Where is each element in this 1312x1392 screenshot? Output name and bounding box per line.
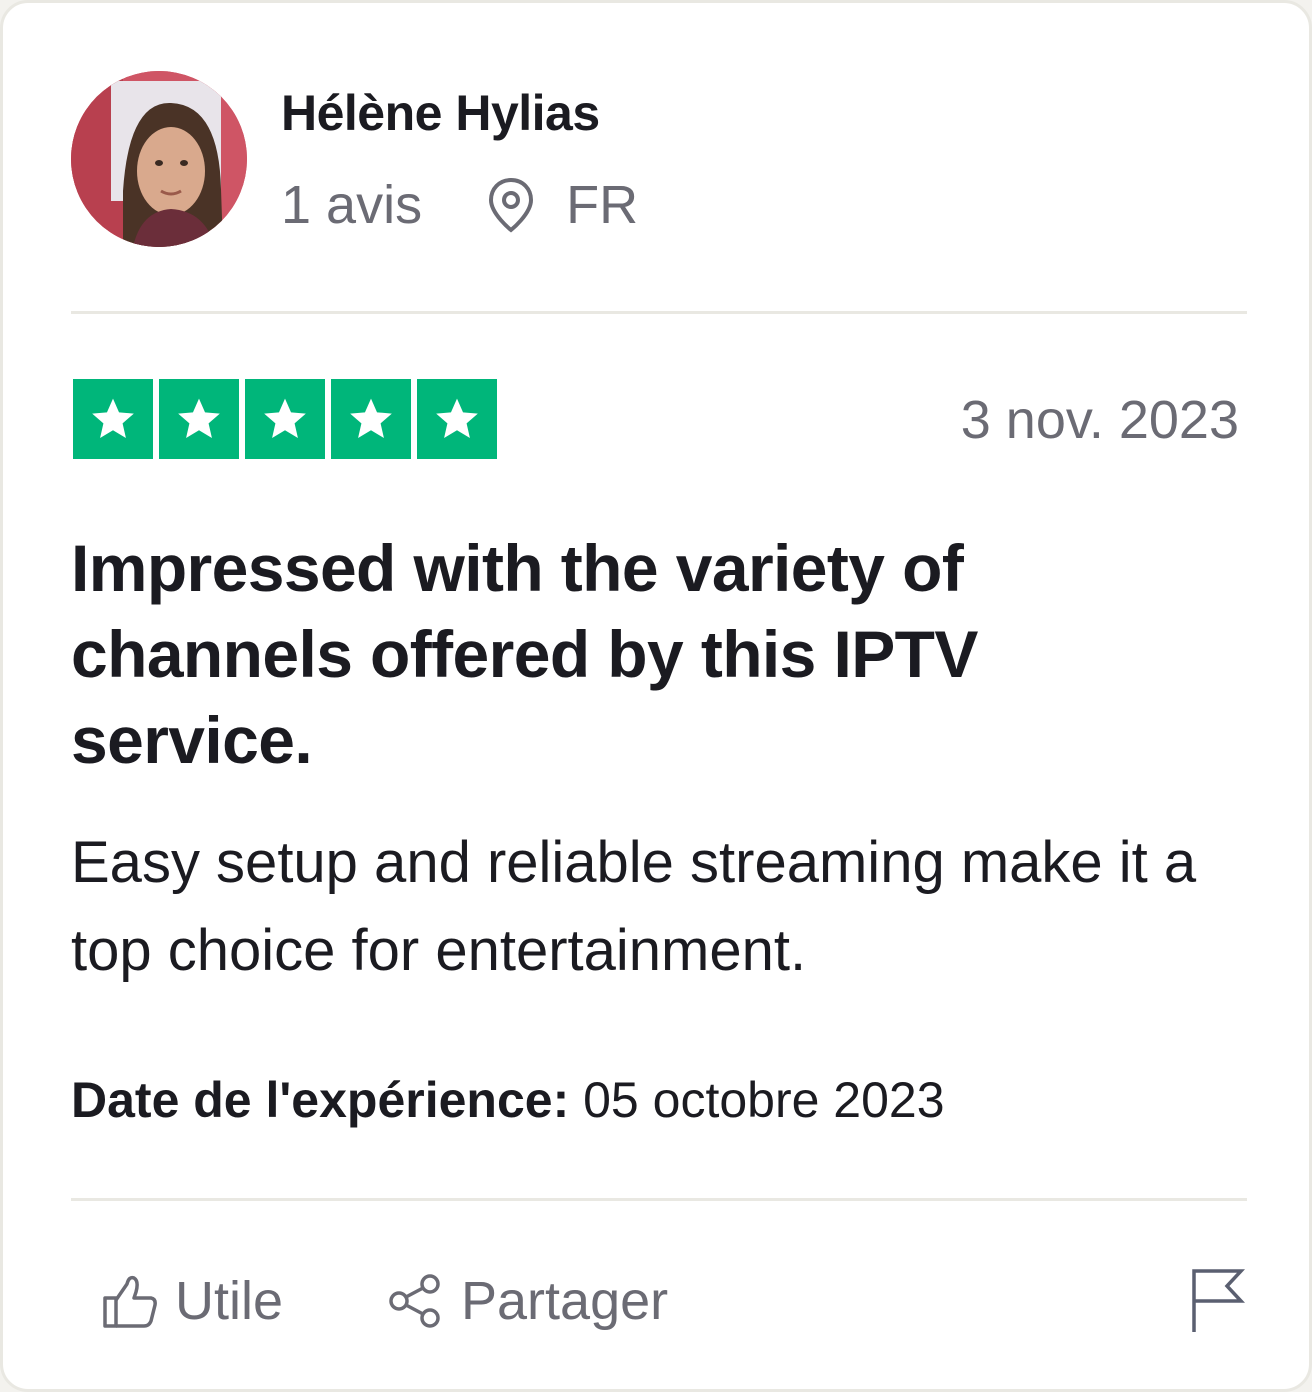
useful-button[interactable]: Utile bbox=[101, 1265, 283, 1337]
avatar-image bbox=[71, 71, 247, 247]
review-card: Hélène Hylias 1 avis FR 3 nov. 2023 Impr… bbox=[0, 0, 1312, 1392]
star-icon bbox=[159, 379, 239, 459]
reviewer-name[interactable]: Hélène Hylias bbox=[281, 83, 600, 143]
reviewer-meta: 1 avis FR bbox=[281, 175, 638, 235]
map-pin-icon bbox=[489, 177, 534, 233]
review-actions: Utile Partager bbox=[71, 1265, 1247, 1337]
star-icon bbox=[73, 379, 153, 459]
avatar[interactable] bbox=[71, 71, 247, 247]
divider bbox=[71, 311, 1247, 314]
experience-value: 05 octobre 2023 bbox=[583, 1072, 945, 1128]
experience-date: Date de l'expérience: 05 octobre 2023 bbox=[71, 1069, 945, 1131]
divider bbox=[71, 1198, 1247, 1201]
star-icon bbox=[331, 379, 411, 459]
review-count: 1 avis bbox=[281, 175, 423, 235]
review-title[interactable]: Impressed with the variety of channels o… bbox=[71, 525, 1171, 783]
reviewer-header: Hélène Hylias 1 avis FR bbox=[71, 71, 1247, 247]
report-button[interactable] bbox=[1187, 1265, 1247, 1337]
thumbs-up-icon bbox=[103, 1275, 157, 1328]
review-body: Easy setup and reliable streaming make i… bbox=[71, 830, 1197, 983]
share-label: Partager bbox=[461, 1271, 669, 1331]
share-button[interactable]: Partager bbox=[387, 1265, 668, 1337]
share-icon bbox=[389, 1274, 440, 1328]
reviewer-country: FR bbox=[566, 175, 639, 235]
useful-label: Utile bbox=[175, 1271, 284, 1331]
star-rating bbox=[73, 379, 497, 459]
flag-icon bbox=[1192, 1269, 1245, 1332]
review-date: 3 nov. 2023 bbox=[960, 390, 1239, 450]
experience-label: Date de l'expérience: bbox=[71, 1072, 570, 1128]
star-icon bbox=[245, 379, 325, 459]
star-icon bbox=[417, 379, 497, 459]
